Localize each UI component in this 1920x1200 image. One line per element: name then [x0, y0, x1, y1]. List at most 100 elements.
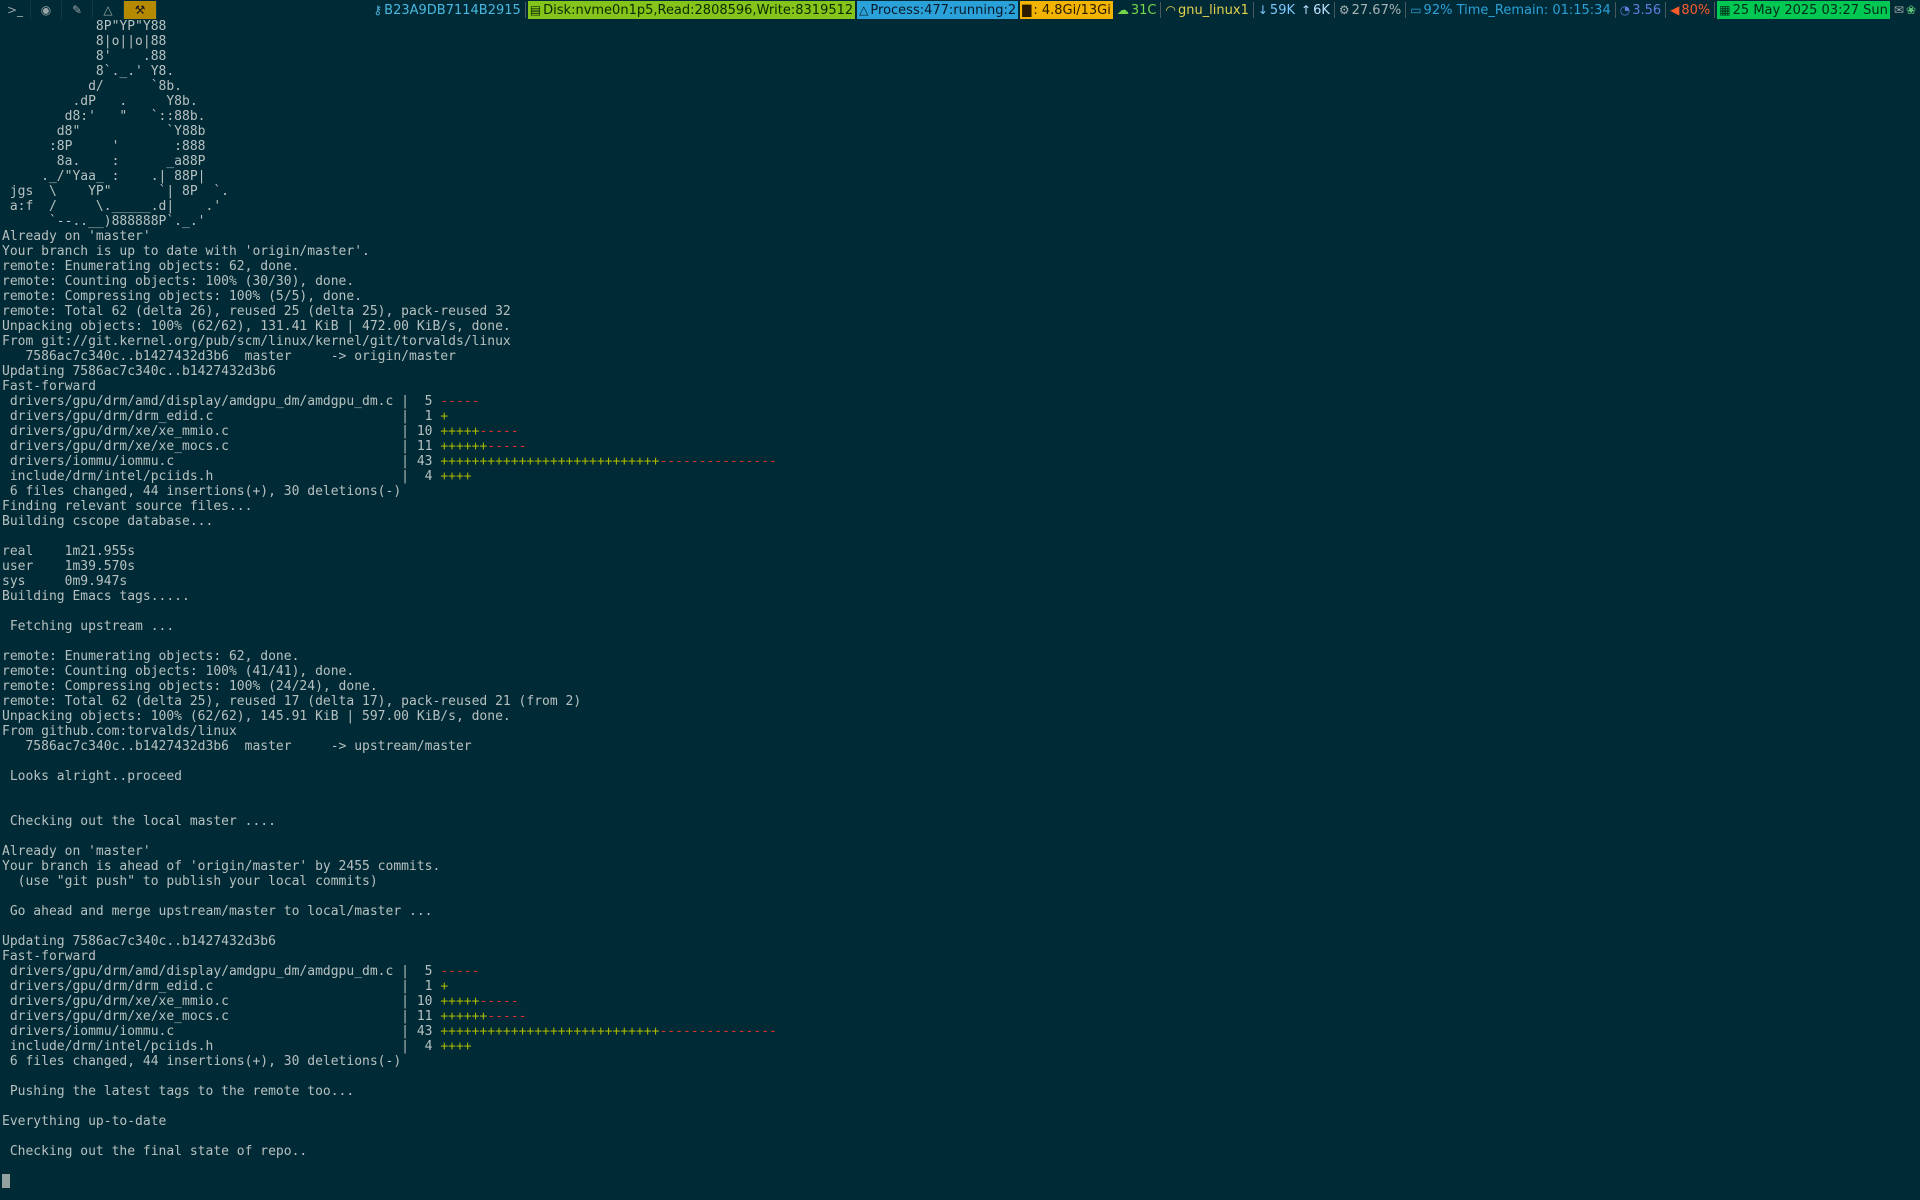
terminal-line: Already on 'master': [2, 844, 151, 859]
prompt-line[interactable]: [2, 1174, 1912, 1189]
terminal-line: remote: Compressing objects: 100% (5/5),…: [2, 289, 363, 304]
terminal-line: ._/"Yaa_ : .| 88P|: [2, 169, 206, 184]
diffstat-file: include/drm/intel/pciids.h |: [2, 1039, 417, 1054]
mail-icon[interactable]: ✉: [1894, 3, 1904, 17]
terminal-line: remote: Total 62 (delta 25), reused 17 (…: [2, 694, 582, 709]
tray-app-icon[interactable]: ❀: [1906, 3, 1916, 17]
terminal-line: remote: Total 62 (delta 26), reused 25 (…: [2, 304, 511, 319]
arrow-up-icon: ↑: [1301, 3, 1312, 17]
separator: [1405, 2, 1407, 18]
terminal-line: From git://git.kernel.org/pub/scm/linux/…: [2, 334, 511, 349]
workspace-button-4[interactable]: △: [93, 1, 124, 19]
process-text: Process:477:running:2: [870, 2, 1017, 18]
separator: [1714, 2, 1716, 18]
workspace-switcher: >_ ◉ ✎ △ ⚒: [0, 0, 157, 20]
diffstat-count: 5: [416, 394, 441, 409]
diffstat-count: 4: [416, 1039, 441, 1054]
diffstat-line: drivers/gpu/drm/xe/xe_mocs.c | 11 ++++++…: [2, 439, 1912, 454]
separator: [1614, 2, 1616, 18]
diffstat-file: drivers/gpu/drm/xe/xe_mmio.c |: [2, 424, 417, 439]
terminal-line: Building cscope database...: [2, 514, 214, 529]
load-text: 3.56: [1632, 2, 1662, 18]
terminal-line: 8|o||o|88: [2, 34, 167, 49]
datetime-indicator[interactable]: ▦ 25 May 2025 03:27 Sun: [1717, 1, 1890, 19]
wifi-indicator[interactable]: ◠ gnu_linux1: [1163, 1, 1250, 19]
key-icon: ⚷: [373, 3, 383, 17]
terminal-line: From github.com:torvalds/linux: [2, 724, 237, 739]
diffstat-count: 11: [416, 1009, 441, 1024]
load-indicator: ◔ 3.56: [1618, 1, 1663, 19]
terminal-line: remote: Counting objects: 100% (41/41), …: [2, 664, 355, 679]
battery-indicator: ▭ 92% Time_Remain: 01:15:34: [1408, 1, 1613, 19]
terminal-line: Your branch is up to date with 'origin/m…: [2, 244, 370, 259]
terminal-line: Fast-forward: [2, 379, 96, 394]
workspace-button-3[interactable]: ✎: [62, 1, 93, 19]
gpg-key-indicator: ⚷ B23A9DB7114B2915: [371, 1, 522, 19]
diffstat-insertions: +: [440, 979, 449, 994]
terminal-line: Updating 7586ac7c340c..b1427432d3b6: [2, 934, 276, 949]
diffstat-file: drivers/gpu/drm/xe/xe_mocs.c |: [2, 439, 417, 454]
status-area: ⚷ B23A9DB7114B2915 ▤ Disk:nvme0n1p5,Read…: [369, 0, 1920, 20]
datetime-text: 25 May 2025 03:27 Sun: [1732, 2, 1888, 18]
process-indicator: △ Process:477:running:2: [857, 1, 1019, 19]
terminal-line: user 1m39.570s: [2, 559, 136, 574]
diffstat-line: drivers/gpu/drm/drm_edid.c | 1 +: [2, 409, 1912, 424]
workspace-button-2[interactable]: ◉: [31, 1, 62, 19]
terminal-line: remote: Enumerating objects: 62, done.: [2, 649, 300, 664]
diffstat-file: drivers/iommu/iommu.c |: [2, 1024, 417, 1039]
tools-icon: ⚒: [134, 3, 146, 17]
diffstat-deletions: -----: [440, 964, 480, 979]
speaker-icon: ◀: [1670, 3, 1680, 17]
terminal-line: remote: Counting objects: 100% (30/30), …: [2, 274, 355, 289]
terminal-line: a:f / \._____.d| .': [2, 199, 222, 214]
diffstat-deletions: ---------------: [659, 1024, 777, 1039]
diffstat-line: drivers/gpu/drm/amd/display/amdgpu_dm/am…: [2, 394, 1912, 409]
workspace-button-5[interactable]: ⚒: [124, 1, 157, 19]
diffstat-file: drivers/iommu/iommu.c |: [2, 454, 417, 469]
diffstat-deletions: -----: [487, 1009, 527, 1024]
diffstat-line: include/drm/intel/pciids.h | 4 ++++: [2, 469, 1912, 484]
diffstat-count: 1: [416, 979, 441, 994]
diffstat-deletions: -----: [440, 394, 480, 409]
diffstat-count: 10: [416, 424, 441, 439]
terminal-line: remote: Enumerating objects: 62, done.: [2, 259, 300, 274]
wifi-icon: ◠: [1165, 3, 1176, 17]
tux-icon: △: [859, 3, 869, 17]
cloud-icon: ☁: [1116, 3, 1129, 17]
terminal-line: Fetching upstream ...: [2, 619, 175, 634]
terminal-line: Checking out the final state of repo..: [2, 1144, 308, 1159]
volume-indicator[interactable]: ◀ 80%: [1668, 1, 1712, 19]
workspace-button-1[interactable]: >_: [0, 1, 31, 19]
battery-text: 92% Time_Remain: 01:15:34: [1423, 2, 1611, 18]
top-status-bar: >_ ◉ ✎ △ ⚒ ⚷ B23A9DB7114B2915 ▤ Disk:nvme0n1…: [0, 0, 1920, 20]
diffstat-line: include/drm/intel/pciids.h | 4 ++++: [2, 1039, 1912, 1054]
terminal-line: d8" `Y88b: [2, 124, 206, 139]
upload-indicator: ↑ 6K: [1299, 1, 1332, 19]
diffstat-count: 1: [416, 409, 441, 424]
separator: [1160, 2, 1162, 18]
terminal-line: 8a. : _a88P: [2, 154, 206, 169]
arrow-down-icon: ↓: [1257, 3, 1268, 17]
diffstat-count: 43: [416, 1024, 441, 1039]
diffstat-count: 4: [416, 469, 441, 484]
diffstat-count: 10: [416, 994, 441, 1009]
terminal-icon: >_: [6, 3, 24, 17]
terminal-output[interactable]: 8P"YP"Y88 8|o||o|88 8' .88 8`._.' Y8. d/…: [2, 19, 1912, 1199]
memory-indicator: ▇ : 4.8Gi/13Gi: [1020, 1, 1113, 19]
diffstat-line: drivers/gpu/drm/amd/display/amdgpu_dm/am…: [2, 964, 1912, 979]
terminal-line: real 1m21.955s: [2, 544, 136, 559]
terminal-line: Your branch is ahead of 'origin/master' …: [2, 859, 441, 874]
diffstat-insertions: +++++: [440, 994, 480, 1009]
diffstat-file: drivers/gpu/drm/xe/xe_mmio.c |: [2, 994, 417, 1009]
diffstat-line: drivers/gpu/drm/xe/xe_mocs.c | 11 ++++++…: [2, 1009, 1912, 1024]
diffstat-file: drivers/gpu/drm/xe/xe_mocs.c |: [2, 1009, 417, 1024]
terminal-line: Unpacking objects: 100% (62/62), 131.41 …: [2, 319, 511, 334]
terminal-line: d8:' " `::88b.: [2, 109, 206, 124]
